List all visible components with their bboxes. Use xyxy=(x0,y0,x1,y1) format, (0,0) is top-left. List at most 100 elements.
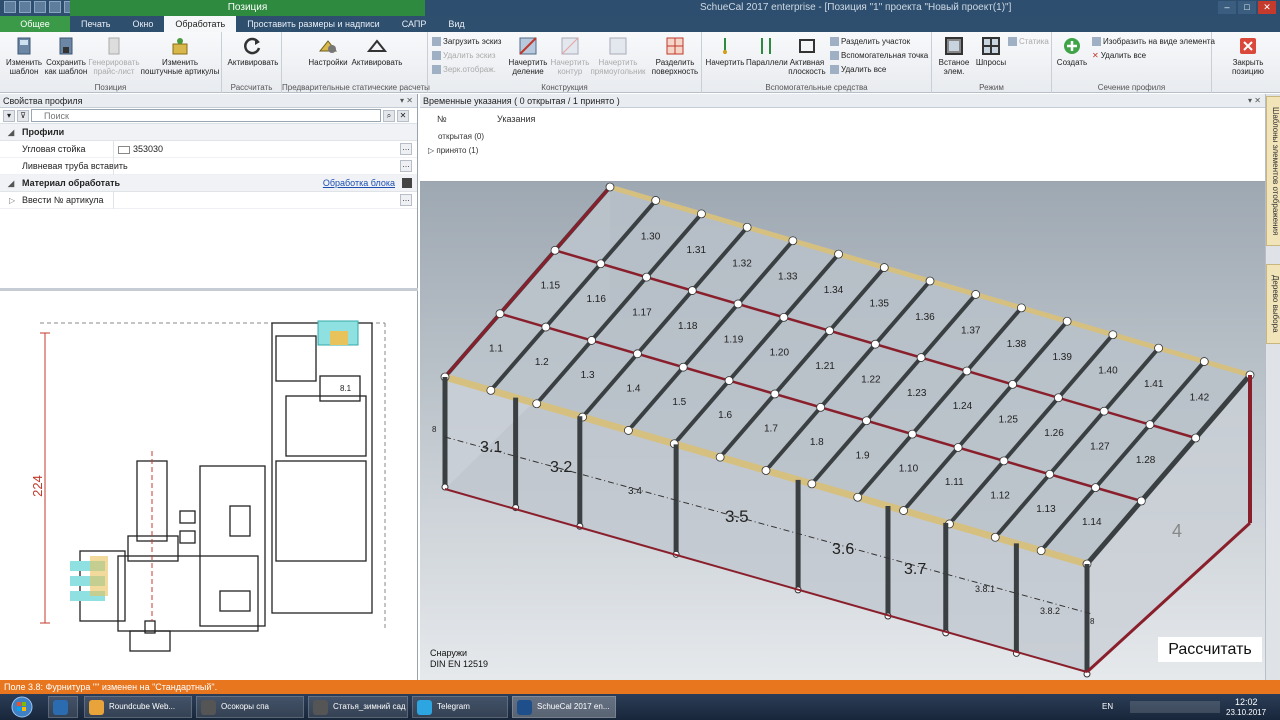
ellipsis-button[interactable]: … xyxy=(400,194,412,206)
roof-panel-label: 1.3 xyxy=(581,370,595,381)
clock-time[interactable]: 12:02 xyxy=(1235,697,1258,707)
taskbar-app-roundcube[interactable]: Roundcube Web... xyxy=(84,696,192,718)
side-tabs: Шаблоны элементов отображения Дерево выб… xyxy=(1265,94,1280,680)
inset-element-button[interactable]: Встаное элем. xyxy=(934,36,974,76)
material-section-header[interactable]: ◢ Материал обработать Обработка блока xyxy=(0,175,417,192)
mirror-button[interactable]: Зерк.отображ. xyxy=(432,65,496,74)
active-plane-button[interactable]: Активная плоскость xyxy=(786,36,828,76)
roof-node xyxy=(779,312,789,322)
tab-dimensions[interactable]: Проставить размеры и надписи xyxy=(236,16,391,32)
language-indicator[interactable]: EN xyxy=(1102,702,1113,711)
change-template-button[interactable]: Изменить шаблон xyxy=(4,36,44,76)
tab-general[interactable]: Общее xyxy=(0,16,70,32)
group-caption-prelim: Предварительные статические расчеты xyxy=(282,83,430,92)
close-window-button[interactable]: ✕ xyxy=(1258,1,1276,14)
save-template-button[interactable]: Сохранить как шаблон xyxy=(44,36,88,76)
close-position-button[interactable]: Закрыть позицию xyxy=(1220,36,1276,76)
clear-search-icon[interactable]: ✕ xyxy=(397,109,409,122)
open-notes-row[interactable]: открытая (0) xyxy=(438,132,484,141)
app-icon[interactable] xyxy=(4,1,16,13)
context-tab-position: Позиция xyxy=(70,0,425,16)
parallels-button[interactable]: Параллели xyxy=(746,36,788,67)
delete-x-icon: ✕ xyxy=(1092,51,1099,60)
clock-date[interactable]: 23.10.2017 xyxy=(1226,708,1266,717)
taskbar-app-schuecal[interactable]: SchueCal 2017 en... xyxy=(512,696,616,718)
roof-node xyxy=(596,259,606,269)
group-close: Закрыть позицию xyxy=(1212,32,1280,93)
prelim-settings-button[interactable]: Настройки xyxy=(306,36,350,67)
tab-process[interactable]: Обработать xyxy=(164,16,237,32)
filter-icon[interactable]: ⊽ xyxy=(17,109,29,122)
start-button[interactable] xyxy=(2,695,44,719)
maximize-button[interactable]: □ xyxy=(1238,1,1256,14)
block-processing-link[interactable]: Обработка блока xyxy=(323,175,395,192)
roof-panel-label: 1.36 xyxy=(915,312,935,323)
taskbar-app-osokory[interactable]: Осокоры спа xyxy=(196,696,304,718)
taskbar-app-article[interactable]: Статья_зимний сад xyxy=(308,696,408,718)
pin-icon[interactable]: ▾ ✕ xyxy=(1248,94,1261,108)
activate-calc-button[interactable]: Активировать xyxy=(226,36,280,67)
side-tab-templates[interactable]: Шаблоны элементов отображения xyxy=(1266,96,1280,246)
change-articles-button[interactable]: Изменить поштучные артикулы xyxy=(140,36,220,76)
sketch-icon xyxy=(432,37,441,46)
draw-division-button[interactable]: Начертить деление xyxy=(506,36,550,76)
save-icon[interactable] xyxy=(49,1,61,13)
load-sketch-button[interactable]: Загрузить эскиз xyxy=(432,37,501,46)
show-as-element-button[interactable]: Изобразить на виде элемента xyxy=(1092,37,1215,46)
prop-row-corner-post[interactable]: Угловая стойка 353030 … xyxy=(0,141,417,158)
calculate-button[interactable]: Рассчитать xyxy=(1158,637,1262,662)
profiles-section-header[interactable]: ◢ Профили xyxy=(0,124,417,141)
profile-properties-panel: Свойства профиля ▾ ✕ ▾ ⊽ ⌕ ✕ ◢ Профили У… xyxy=(0,94,418,680)
collapse-icon[interactable]: ▾ xyxy=(3,109,15,122)
split-section-button[interactable]: Разделить участок xyxy=(830,37,910,46)
group-position: Изменить шаблон Сохранить как шаблон Ген… xyxy=(0,32,222,93)
accepted-notes-row[interactable]: ▷ принято (1) xyxy=(428,146,478,155)
tab-print[interactable]: Печать xyxy=(70,16,121,32)
aux-point-button[interactable]: Вспомогательная точка xyxy=(830,51,928,60)
draw-rect-icon xyxy=(609,37,627,55)
wall-panel-label: 4 xyxy=(1172,521,1182,541)
aux-delete-all-button[interactable]: Удалить все xyxy=(830,65,886,74)
group-caption-mode: Режим xyxy=(979,83,1004,92)
split-surface-button[interactable]: Разделить поверхность xyxy=(648,36,702,76)
tab-window[interactable]: Окно xyxy=(121,16,164,32)
pin-icon[interactable]: ▾ ✕ xyxy=(400,94,413,108)
draw-contour-button[interactable]: Начертить контур xyxy=(550,36,590,76)
section-delete-all-button[interactable]: ✕ Удалить все xyxy=(1092,51,1146,60)
roof-node xyxy=(1036,546,1046,556)
roof-node xyxy=(532,399,542,409)
taskbar-app-telegram[interactable]: Telegram xyxy=(412,696,508,718)
statics-button[interactable]: Статика xyxy=(1008,37,1049,46)
minimize-button[interactable]: – xyxy=(1218,1,1236,14)
roof-panel-label: 1.14 xyxy=(1082,517,1102,528)
roof-panel-label: 1.18 xyxy=(678,321,698,332)
tray-icons[interactable] xyxy=(1130,701,1220,713)
search-icon[interactable]: ⌕ xyxy=(383,109,395,122)
expand-triangle-icon: ◢ xyxy=(8,179,15,188)
profile-section-drawing[interactable]: 224 8.1 xyxy=(0,288,418,680)
prop-row-article[interactable]: ▷ Ввести № артикула … xyxy=(0,192,417,209)
3d-viewport[interactable]: 1.30 1.31 1.32 1.33 1.34 1.35 1.36 1.37 1.38 1.39… xyxy=(420,182,1265,680)
save-icon[interactable] xyxy=(402,178,412,188)
create-section-button[interactable]: Создать xyxy=(1054,36,1090,67)
roof-panel-label: 1.39 xyxy=(1052,352,1072,363)
new-icon[interactable] xyxy=(19,1,31,13)
ellipsis-button[interactable]: … xyxy=(400,160,412,172)
tab-view[interactable]: Вид xyxy=(437,16,475,32)
draw-rect-button[interactable]: Начертить прямоугольник xyxy=(590,36,646,76)
roof-panel-label: 1.21 xyxy=(815,361,835,372)
tab-cad[interactable]: САПР xyxy=(391,16,438,32)
sprosy-button[interactable]: Шпросы xyxy=(974,36,1008,67)
aux-draw-button[interactable]: Начертить xyxy=(704,36,746,67)
side-tab-selection-tree[interactable]: Дерево выбора xyxy=(1266,264,1280,344)
prop-row-downpipe[interactable]: Ливневая труба вставить … xyxy=(0,158,417,175)
search-input[interactable] xyxy=(31,109,381,122)
roof-node xyxy=(678,362,688,372)
generate-pricelist-button[interactable]: Генерировать прайс-лист xyxy=(88,36,140,76)
ellipsis-button[interactable]: … xyxy=(400,143,412,155)
roof-panel-label: 1.6 xyxy=(718,410,732,421)
delete-sketch-button[interactable]: Удалить эскиз xyxy=(432,51,495,60)
taskbar-media-icon[interactable] xyxy=(48,696,78,718)
open-icon[interactable] xyxy=(34,1,46,13)
prelim-activate-button[interactable]: Активировать xyxy=(350,36,404,67)
